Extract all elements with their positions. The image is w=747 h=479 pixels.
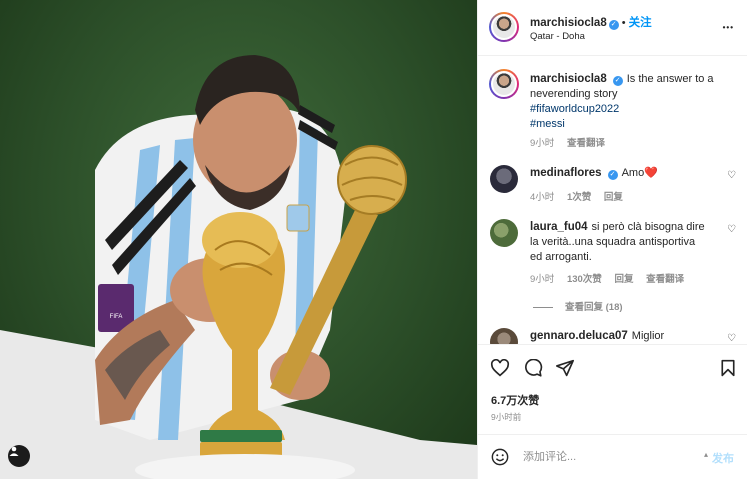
post-sidebar: marchisiocla8 ✓ • 关注 Qatar - Doha ••• march… bbox=[477, 0, 747, 479]
comment-input[interactable] bbox=[523, 447, 673, 467]
comments-list[interactable]: marchisiocla8 ✓ Is the answer to a neveren… bbox=[478, 57, 747, 344]
share-send-icon[interactable] bbox=[555, 359, 575, 377]
verified-badge-icon: ✓ bbox=[607, 170, 618, 180]
tag-people-button[interactable] bbox=[8, 445, 30, 467]
heart-emoji: ❤️ bbox=[644, 167, 658, 179]
user-tag-icon bbox=[9, 446, 19, 456]
view-replies-label: 查看回复 (18) bbox=[565, 302, 623, 313]
comment-time[interactable]: 4小时 bbox=[530, 192, 554, 203]
comment-username[interactable]: gennaro.deluca07 bbox=[530, 330, 628, 342]
comment-text: Miglior bbox=[631, 330, 665, 342]
more-options-label: ••• bbox=[722, 23, 734, 32]
hashtag-link[interactable]: #messi bbox=[530, 118, 565, 130]
reply-button[interactable]: 回复 bbox=[614, 274, 633, 285]
comment-text-block: gennaro.deluca07 Miglior bbox=[530, 329, 730, 344]
more-options-icon[interactable]: ••• bbox=[723, 17, 734, 35]
svg-text:FIFA: FIFA bbox=[110, 314, 123, 320]
author-avatar[interactable] bbox=[489, 12, 519, 42]
author-username[interactable]: marchisiocla8 bbox=[530, 17, 607, 29]
like-comment-heart-icon[interactable]: ♡ bbox=[727, 170, 736, 181]
save-bookmark-icon[interactable] bbox=[720, 359, 736, 377]
verified-badge-icon: ✓ bbox=[608, 20, 619, 30]
caption-time[interactable]: 9小时 bbox=[530, 138, 554, 149]
resize-arrows-icon: ▴ bbox=[703, 450, 708, 459]
author-line: marchisiocla8 ✓ • 关注 bbox=[530, 14, 652, 30]
comment-likes[interactable]: 1次赞 bbox=[567, 192, 591, 203]
comment-time[interactable]: 9小时 bbox=[530, 274, 554, 285]
commenter-avatar[interactable] bbox=[490, 165, 518, 193]
commenter-avatar[interactable] bbox=[490, 328, 518, 344]
like-comment-heart-icon[interactable]: ♡ bbox=[727, 224, 736, 235]
hashtag-link[interactable]: #fifaworldcup2022 bbox=[530, 103, 619, 115]
caption-meta: 9小时 查看翻译 bbox=[530, 135, 615, 149]
verified-badge-icon: ✓ bbox=[612, 76, 623, 86]
post-location[interactable]: Qatar - Doha bbox=[530, 31, 585, 42]
see-translation-link[interactable]: 查看翻译 bbox=[567, 138, 605, 149]
comment-text-block: medinaflores ✓ Amo❤️ bbox=[530, 166, 730, 181]
likes-count[interactable]: 6.7万次赞 bbox=[491, 392, 539, 408]
follow-button[interactable]: 关注 bbox=[629, 17, 652, 29]
comment-text-block: laura_fu04 si però clà bisogna dire la ve… bbox=[530, 220, 705, 265]
post-header: marchisiocla8 ✓ • 关注 Qatar - Doha ••• bbox=[478, 0, 747, 56]
commenter-avatar[interactable] bbox=[490, 219, 518, 247]
post-photo[interactable]: FIFA bbox=[0, 0, 477, 479]
replies-divider-line bbox=[533, 306, 553, 308]
like-heart-icon[interactable] bbox=[490, 359, 510, 377]
comment-meta: 4小时 1次赞 回复 bbox=[530, 189, 633, 203]
post-comment-button[interactable]: 发布 bbox=[712, 450, 734, 466]
post-time[interactable]: 9小时前 bbox=[491, 411, 521, 423]
like-comment-heart-icon[interactable]: ♡ bbox=[727, 333, 736, 344]
view-replies-button[interactable]: 查看回复 (18) bbox=[533, 299, 623, 313]
comment-text: Amo bbox=[621, 167, 645, 179]
comment-username[interactable]: laura_fu04 bbox=[530, 221, 588, 233]
comment-likes[interactable]: 130次赞 bbox=[567, 274, 602, 285]
caption-avatar[interactable] bbox=[489, 69, 519, 99]
caption-text-block: marchisiocla8 ✓ Is the answer to a neveren… bbox=[530, 72, 730, 132]
comment-meta: 9小时 130次赞 回复 查看翻译 bbox=[530, 271, 694, 285]
add-comment-bar: ▴ 发布 bbox=[478, 434, 747, 479]
comment-bubble-icon[interactable] bbox=[523, 359, 543, 377]
reply-button[interactable]: 回复 bbox=[604, 192, 623, 203]
caption-username[interactable]: marchisiocla8 bbox=[530, 73, 607, 85]
separator-dot: • bbox=[621, 17, 626, 29]
see-translation-link[interactable]: 查看翻译 bbox=[646, 274, 684, 285]
comment-username[interactable]: medinaflores bbox=[530, 167, 602, 179]
messi-trophy-illustration: FIFA bbox=[0, 55, 477, 479]
action-bar: 6.7万次赞 9小时前 bbox=[478, 344, 747, 434]
emoji-smiley-icon[interactable] bbox=[491, 448, 509, 466]
